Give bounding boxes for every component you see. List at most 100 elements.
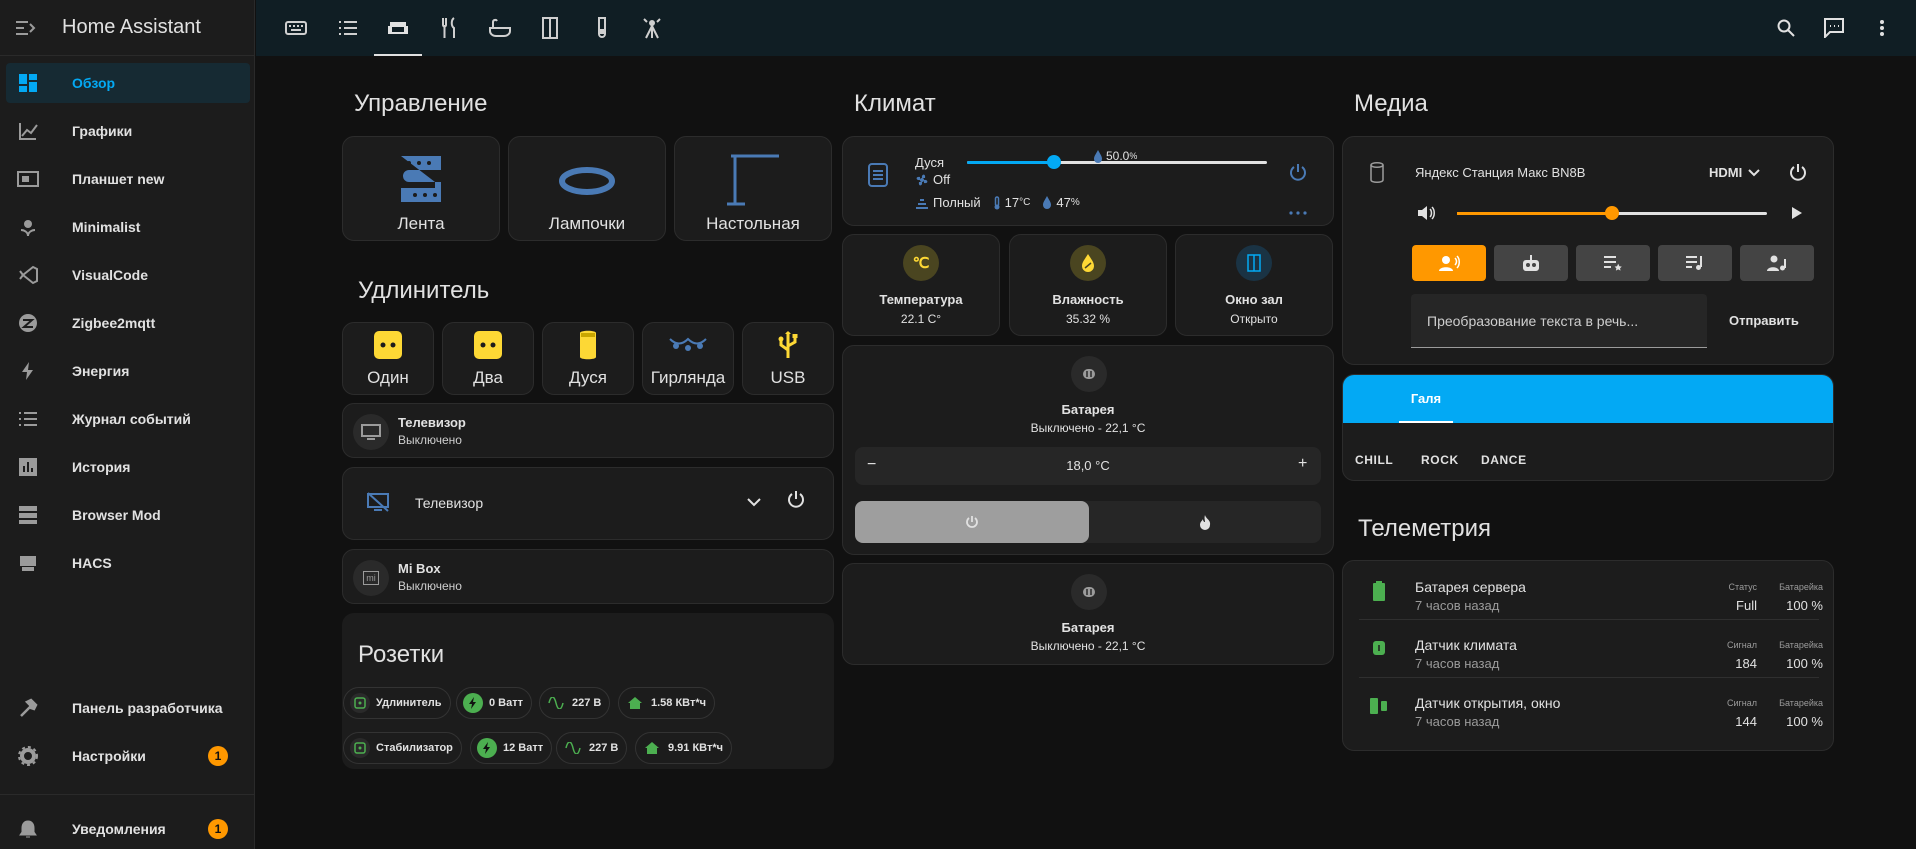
keyboard-icon[interactable]: [272, 0, 320, 56]
power-icon[interactable]: [787, 490, 805, 513]
tablet-icon: [16, 167, 40, 191]
sidebar-item-overview[interactable]: Обзор: [6, 63, 250, 103]
list-icon[interactable]: [324, 0, 372, 56]
socket-chip-name[interactable]: Стабилизатор: [343, 732, 462, 764]
increase-button[interactable]: +: [1298, 455, 1307, 473]
home-lightning-icon: [625, 693, 645, 713]
sidebar-item-hacs[interactable]: HACS: [6, 543, 250, 583]
telemetry-row[interactable]: Батарея сервера 7 часов назад Статус Ful…: [1343, 561, 1835, 619]
battery-sensor-icon: [1371, 639, 1387, 662]
fork-knife-icon[interactable]: [426, 0, 474, 56]
sidebar-divider: [0, 794, 255, 795]
sidebar-item-tablet[interactable]: Планшет new: [6, 159, 250, 199]
playlist-star-button[interactable]: [1576, 245, 1650, 281]
socket-chip-energy[interactable]: 9.91 КВт*ч: [635, 732, 733, 764]
telemetry-col1-label: Статус: [1728, 582, 1757, 592]
telemetry-row[interactable]: Датчик климата 7 часов назад Сигнал 184 …: [1343, 619, 1835, 677]
socket-chip-voltage[interactable]: 227 В: [539, 687, 611, 719]
sidebar-item-charts[interactable]: Графики: [6, 111, 250, 151]
antenna-icon[interactable]: [628, 0, 676, 56]
search-icon[interactable]: [1762, 0, 1810, 56]
sidebar-header: Home Assistant: [0, 0, 254, 56]
socket-chip-power[interactable]: 12 Ватт: [470, 732, 553, 764]
volume-slider-thumb[interactable]: [1605, 206, 1619, 220]
mibox-name: Mi Box: [398, 561, 441, 576]
telemetry-name: Датчик климата: [1415, 637, 1517, 653]
flash-icon: [477, 738, 497, 758]
sidebar-item-zigbee[interactable]: Zigbee2mqtt: [6, 303, 250, 343]
chip-dance[interactable]: DANCE: [1481, 453, 1527, 467]
button-usb[interactable]: USB: [742, 322, 834, 395]
bathtub-icon[interactable]: [476, 0, 524, 56]
assist-icon[interactable]: [1810, 0, 1858, 56]
socket-chip-voltage[interactable]: 227 В: [556, 732, 628, 764]
server-icon: [16, 503, 40, 527]
button-lampochki[interactable]: Лампочки: [508, 136, 666, 241]
mibox-state: Выключено: [398, 579, 462, 593]
chevron-down-icon[interactable]: [747, 494, 761, 512]
tile-value: 35.32 %: [1065, 312, 1111, 326]
tts-input[interactable]: Преобразование текста в речь...: [1411, 294, 1707, 348]
radio-tabs-card: Галя CHILL ROCK DANCE: [1342, 374, 1834, 481]
humidity-slider-thumb[interactable]: [1047, 155, 1061, 169]
volume-slider[interactable]: [1457, 206, 1767, 220]
telemetry-col2-value: 100 %: [1786, 714, 1823, 729]
sidebar-item-notifications[interactable]: Уведомления 1: [6, 809, 250, 849]
button-label: Гирлянда: [650, 368, 726, 387]
flask-icon[interactable]: [578, 0, 626, 56]
speaker-icon: [1369, 161, 1385, 188]
wardrobe-icon[interactable]: [526, 0, 574, 56]
button-dusya[interactable]: Дуся: [542, 322, 634, 395]
chip-chill[interactable]: CHILL: [1355, 453, 1393, 467]
socket-chip-energy[interactable]: 1.58 КВт*ч: [618, 687, 716, 719]
playlist-star-icon: [1604, 256, 1622, 271]
button-dva[interactable]: Два: [442, 322, 534, 395]
account-music-button[interactable]: [1740, 245, 1814, 281]
socket-chip-name[interactable]: Удлинитель: [343, 687, 451, 719]
button-lenta[interactable]: Лента: [342, 136, 500, 241]
button-nastolnaya[interactable]: Настольная: [674, 136, 832, 241]
send-button[interactable]: Отправить: [1729, 313, 1799, 328]
sidebar-item-energy[interactable]: Энергия: [6, 351, 250, 391]
button-label: Один: [367, 368, 409, 387]
sofa-icon[interactable]: [374, 0, 422, 56]
sidebar-item-logbook[interactable]: Журнал событий: [6, 399, 250, 439]
temperature-tile[interactable]: ℃ Температура 22.1 C°: [842, 234, 1000, 336]
robot-button[interactable]: [1494, 245, 1568, 281]
button-label: Дуся: [569, 368, 607, 387]
socket-chip-power[interactable]: 0 Ватт: [456, 687, 533, 719]
source-select[interactable]: HDMI: [1709, 165, 1760, 180]
tv-tile[interactable]: Телевизор Выключено: [342, 403, 834, 458]
playlist-music-button[interactable]: [1658, 245, 1732, 281]
sidebar-item-minimalist[interactable]: Minimalist: [6, 207, 250, 247]
power-icon[interactable]: [1789, 163, 1807, 186]
more-horiz-icon[interactable]: [1289, 202, 1307, 220]
play-icon[interactable]: [1791, 206, 1803, 225]
battery-card-2[interactable]: Батарея Выключено - 22,1 °C: [842, 563, 1334, 665]
sidebar-item-developer[interactable]: Панель разработчика: [6, 688, 250, 728]
chip-rock[interactable]: ROCK: [1421, 453, 1459, 467]
volume-icon[interactable]: [1417, 205, 1437, 226]
menu-icon[interactable]: [16, 20, 36, 36]
humidity-tile[interactable]: Влажность 35.32 %: [1009, 234, 1167, 336]
hvac-off-button[interactable]: [855, 501, 1089, 543]
speak-button[interactable]: [1412, 245, 1486, 281]
power-icon[interactable]: [1289, 163, 1307, 186]
hammer-icon: [16, 696, 40, 720]
sidebar-item-settings[interactable]: Настройки 1: [6, 736, 250, 776]
telemetry-row[interactable]: Датчик открытия, окно 7 часов назад Сигн…: [1343, 677, 1835, 735]
dashboard-icon: [16, 71, 40, 95]
chevron-down-icon: [1748, 168, 1760, 176]
more-vert-icon[interactable]: [1858, 0, 1906, 56]
hvac-heat-button[interactable]: [1089, 501, 1321, 543]
tab-galya[interactable]: Галя: [1399, 391, 1453, 423]
button-odin[interactable]: Один: [342, 322, 434, 395]
mibox-tile[interactable]: mi Mi Box Выключено: [342, 549, 834, 604]
sidebar-item-visualcode[interactable]: VisualCode: [6, 255, 250, 295]
sidebar-item-browser-mod[interactable]: Browser Mod: [6, 495, 250, 535]
mode-icon: [915, 197, 929, 209]
sidebar-item-history[interactable]: История: [6, 447, 250, 487]
window-tile[interactable]: Окно зал Открыто: [1175, 234, 1333, 336]
control-title: Управление: [354, 90, 488, 117]
button-garland[interactable]: Гирлянда: [642, 322, 734, 395]
